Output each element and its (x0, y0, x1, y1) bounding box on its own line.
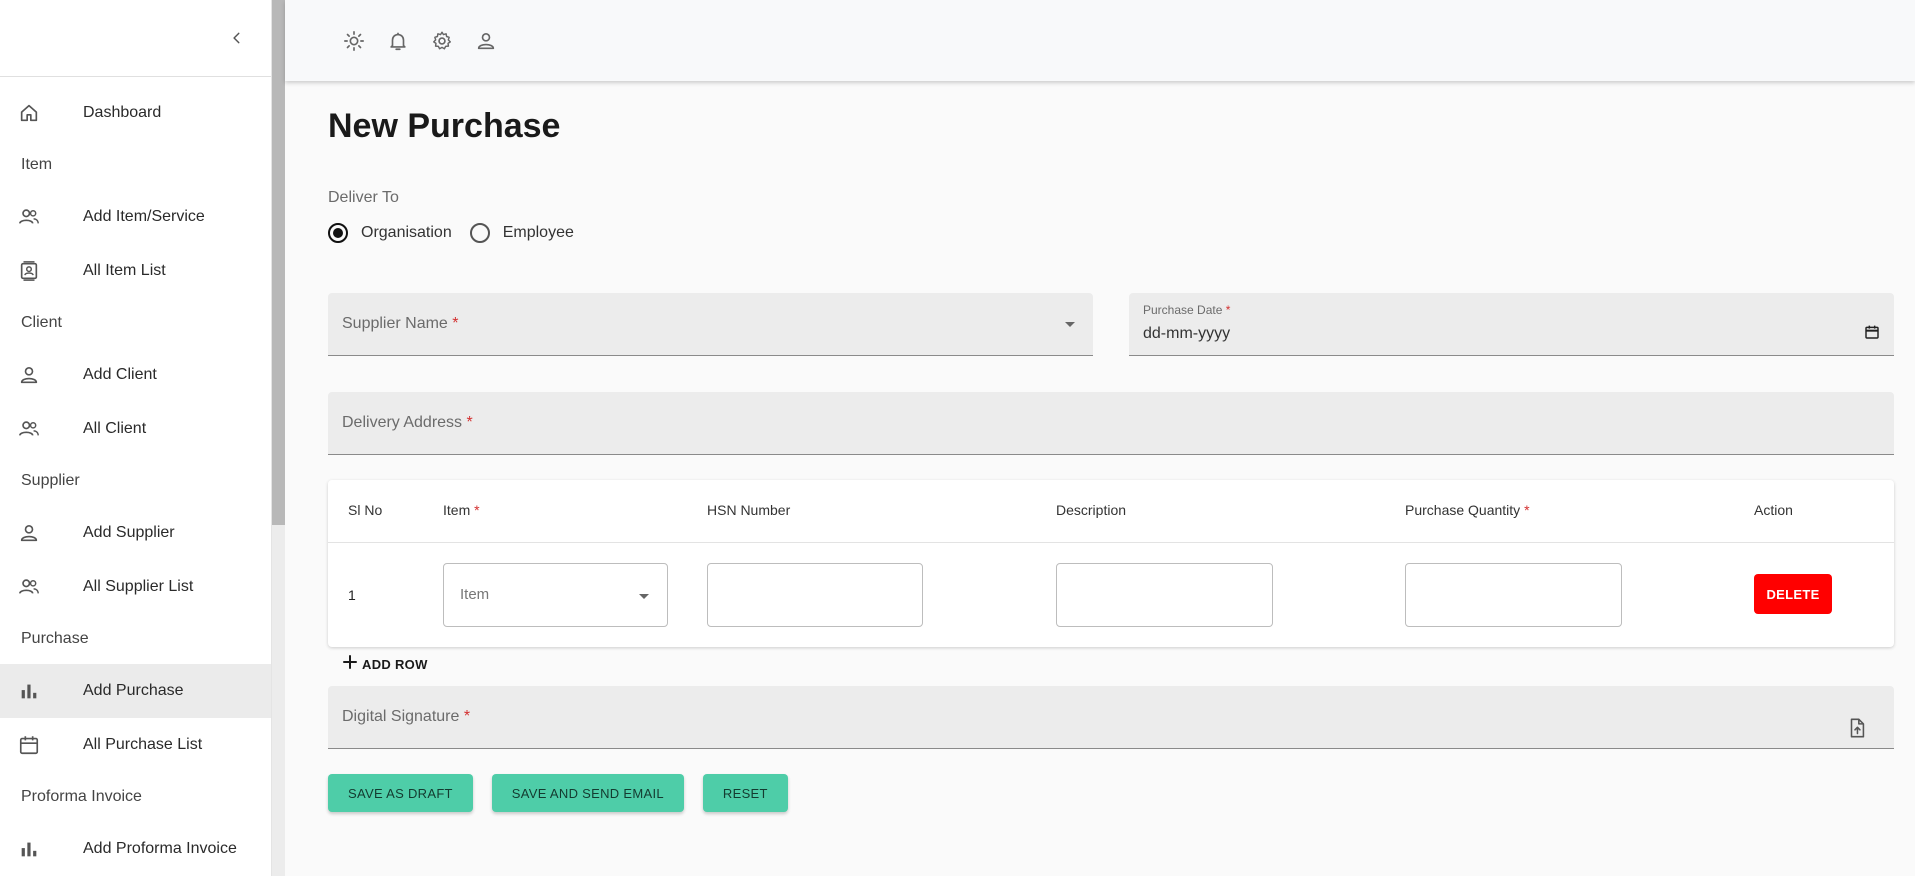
reset-button[interactable]: RESET (702, 774, 788, 812)
sidebar-item-label: Add Purchase (83, 682, 184, 699)
top-bar (285, 0, 1915, 81)
description-input[interactable] (1056, 563, 1273, 627)
sidebar-item-label: All Supplier List (83, 578, 194, 595)
delivery-address-label: Delivery Address * (342, 414, 473, 431)
row-sl-no: 1 (348, 587, 356, 603)
save-as-draft-button[interactable]: SAVE AS DRAFT (328, 774, 473, 812)
sidebar-section-purchase: Purchase (21, 630, 89, 647)
users-icon (18, 576, 40, 598)
contact-card-icon (18, 260, 40, 282)
column-header-hsn-number: HSN Number (707, 502, 791, 518)
sidebar-item-add-client[interactable]: Add Client (0, 348, 271, 402)
gear-icon[interactable] (430, 29, 453, 52)
bar-chart-icon (18, 680, 40, 702)
delivery-address-field[interactable]: Delivery Address * (328, 392, 1894, 455)
user-icon (18, 364, 40, 386)
sidebar-item-label: Add Supplier (83, 524, 175, 541)
purchase-items-table: Sl No Item * HSN Number Description Purc… (328, 480, 1894, 647)
sidebar-item-all-supplier-list[interactable]: All Supplier List (0, 560, 271, 614)
item-select-placeholder: Item (460, 586, 490, 603)
sidebar-item-label: Dashboard (83, 104, 162, 121)
purchase-date-value: dd-mm-yyyy (1143, 325, 1231, 342)
deliver-to-label: Deliver To (328, 189, 399, 206)
bell-icon[interactable] (386, 29, 409, 52)
user-icon[interactable] (474, 29, 497, 52)
column-header-item: Item * (443, 502, 480, 518)
column-header-purchase-quantity: Purchase Quantity * (1405, 502, 1530, 518)
radio-organisation[interactable]: Organisation (328, 223, 452, 243)
users-icon (18, 206, 40, 228)
plus-icon (342, 654, 358, 674)
column-header-sl-no: Sl No (348, 502, 383, 518)
users-icon (18, 418, 40, 440)
collapse-sidebar-button[interactable] (225, 26, 249, 50)
save-and-send-email-button[interactable]: SAVE AND SEND EMAIL (491, 774, 684, 812)
sidebar-section-item: Item (21, 156, 53, 173)
radio-label: Organisation (361, 224, 452, 241)
calendar-picker-icon[interactable] (1864, 324, 1880, 340)
radio-label: Employee (502, 224, 574, 241)
item-select[interactable]: Item (443, 563, 668, 627)
file-upload-icon[interactable] (1846, 717, 1868, 739)
user-icon (18, 522, 40, 544)
sun-icon[interactable] (342, 29, 365, 52)
sidebar: Dashboard Item Add Item/Service All Item… (0, 0, 272, 876)
home-icon (18, 102, 40, 124)
chevron-left-icon (233, 32, 240, 44)
sidebar-item-add-item-service[interactable]: Add Item/Service (0, 190, 271, 244)
sidebar-item-all-client[interactable]: All Client (0, 402, 271, 456)
sidebar-header (0, 0, 271, 77)
calendar-icon (18, 734, 40, 756)
column-header-action: Action (1754, 502, 1793, 518)
hsn-number-input[interactable] (707, 563, 923, 627)
sidebar-item-label: Add Client (83, 366, 157, 383)
purchase-date-label: Purchase Date * (1143, 303, 1231, 317)
radio-unchecked-icon (469, 223, 490, 243)
purchase-quantity-input[interactable] (1405, 563, 1622, 627)
radio-checked-icon (328, 223, 348, 243)
sidebar-item-label: All Client (83, 420, 147, 437)
add-row-label: ADD ROW (362, 656, 428, 672)
sidebar-item-add-purchase[interactable]: Add Purchase (0, 664, 271, 718)
page-title: New Purchase (328, 107, 561, 145)
caret-down-icon (1065, 322, 1075, 327)
column-header-description: Description (1056, 502, 1127, 518)
sidebar-section-client: Client (21, 314, 62, 331)
purchase-date-field[interactable]: Purchase Date * dd-mm-yyyy (1129, 293, 1894, 356)
radio-employee[interactable]: Employee (469, 223, 574, 243)
sidebar-scrollbar-thumb[interactable] (272, 0, 285, 525)
sidebar-item-add-supplier[interactable]: Add Supplier (0, 506, 271, 560)
sidebar-item-add-proforma-invoice[interactable]: Add Proforma Invoice (0, 822, 271, 876)
form-actions: SAVE AS DRAFT SAVE AND SEND EMAIL RESET (328, 774, 788, 812)
sidebar-item-label: Add Proforma Invoice (83, 840, 237, 857)
sidebar-item-dashboard[interactable]: Dashboard (0, 86, 271, 140)
supplier-name-select[interactable]: Supplier Name * (328, 293, 1093, 356)
caret-down-icon (639, 594, 649, 599)
add-row-button[interactable]: ADD ROW (342, 654, 428, 674)
sidebar-item-all-purchase-list[interactable]: All Purchase List (0, 718, 271, 772)
supplier-name-label: Supplier Name * (342, 315, 459, 332)
sidebar-scrollbar[interactable] (272, 0, 285, 876)
sidebar-item-label: All Purchase List (83, 736, 203, 753)
table-header-divider (328, 542, 1894, 543)
deliver-to-radio-group: Organisation Employee (328, 223, 592, 243)
sidebar-section-proforma-invoice: Proforma Invoice (21, 788, 142, 805)
sidebar-item-all-item-list[interactable]: All Item List (0, 244, 271, 298)
digital-signature-field[interactable]: Digital Signature * (328, 686, 1894, 749)
sidebar-item-label: All Item List (83, 262, 166, 279)
sidebar-item-label: Add Item/Service (83, 208, 205, 225)
digital-signature-label: Digital Signature * (342, 708, 471, 725)
bar-chart-icon (18, 838, 40, 860)
delete-row-button[interactable]: DELETE (1754, 574, 1832, 614)
sidebar-section-supplier: Supplier (21, 472, 80, 489)
